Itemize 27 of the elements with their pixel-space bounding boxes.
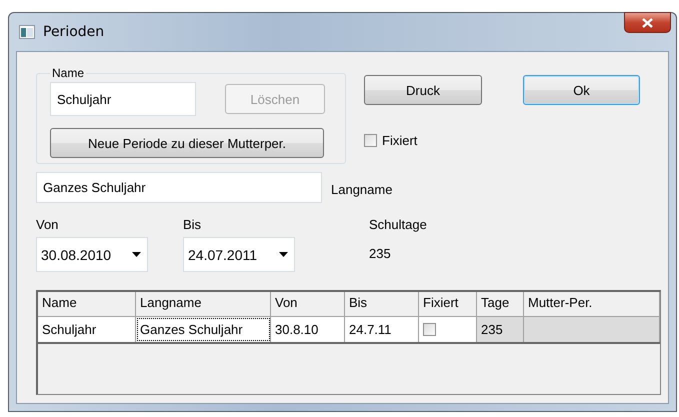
close-button[interactable] (624, 12, 671, 33)
name-field[interactable]: Schuljahr (50, 82, 196, 116)
dropdown-arrow-icon (279, 252, 288, 257)
checkbox-label: Fixiert (382, 133, 418, 148)
table-cell: Ganzes Schuljahr (136, 317, 271, 342)
table-cell: Schuljahr (38, 317, 136, 342)
ok-button[interactable]: Ok (523, 75, 640, 105)
group-legend: Name (50, 66, 86, 80)
dropdown-arrow-icon (132, 252, 141, 257)
new-period-button[interactable]: Neue Periode zu dieser Mutterper. (50, 128, 324, 158)
close-icon (642, 18, 653, 28)
field-label: Schultage (369, 217, 428, 232)
print-button[interactable]: Druck (364, 75, 482, 105)
field-label: Langname (331, 182, 392, 197)
field-label: Bis (183, 217, 202, 232)
table-cell: 235 (477, 317, 524, 342)
school-days-value: 235 (369, 246, 392, 261)
date-dropdown[interactable]: 24.07.2011 (183, 237, 295, 272)
field-label: Von (36, 217, 60, 232)
window-icon (19, 25, 35, 39)
table-cell: 30.8.10 (271, 317, 345, 342)
date-dropdown[interactable]: 30.08.2010 (36, 237, 148, 272)
window-title: Perioden (43, 24, 104, 40)
table-cell: 24.7.11 (345, 317, 419, 342)
fixed-checkbox[interactable] (364, 134, 377, 147)
long-name-field[interactable]: Ganzes Schuljahr (36, 172, 322, 203)
fixed-checkbox[interactable] (423, 323, 436, 336)
